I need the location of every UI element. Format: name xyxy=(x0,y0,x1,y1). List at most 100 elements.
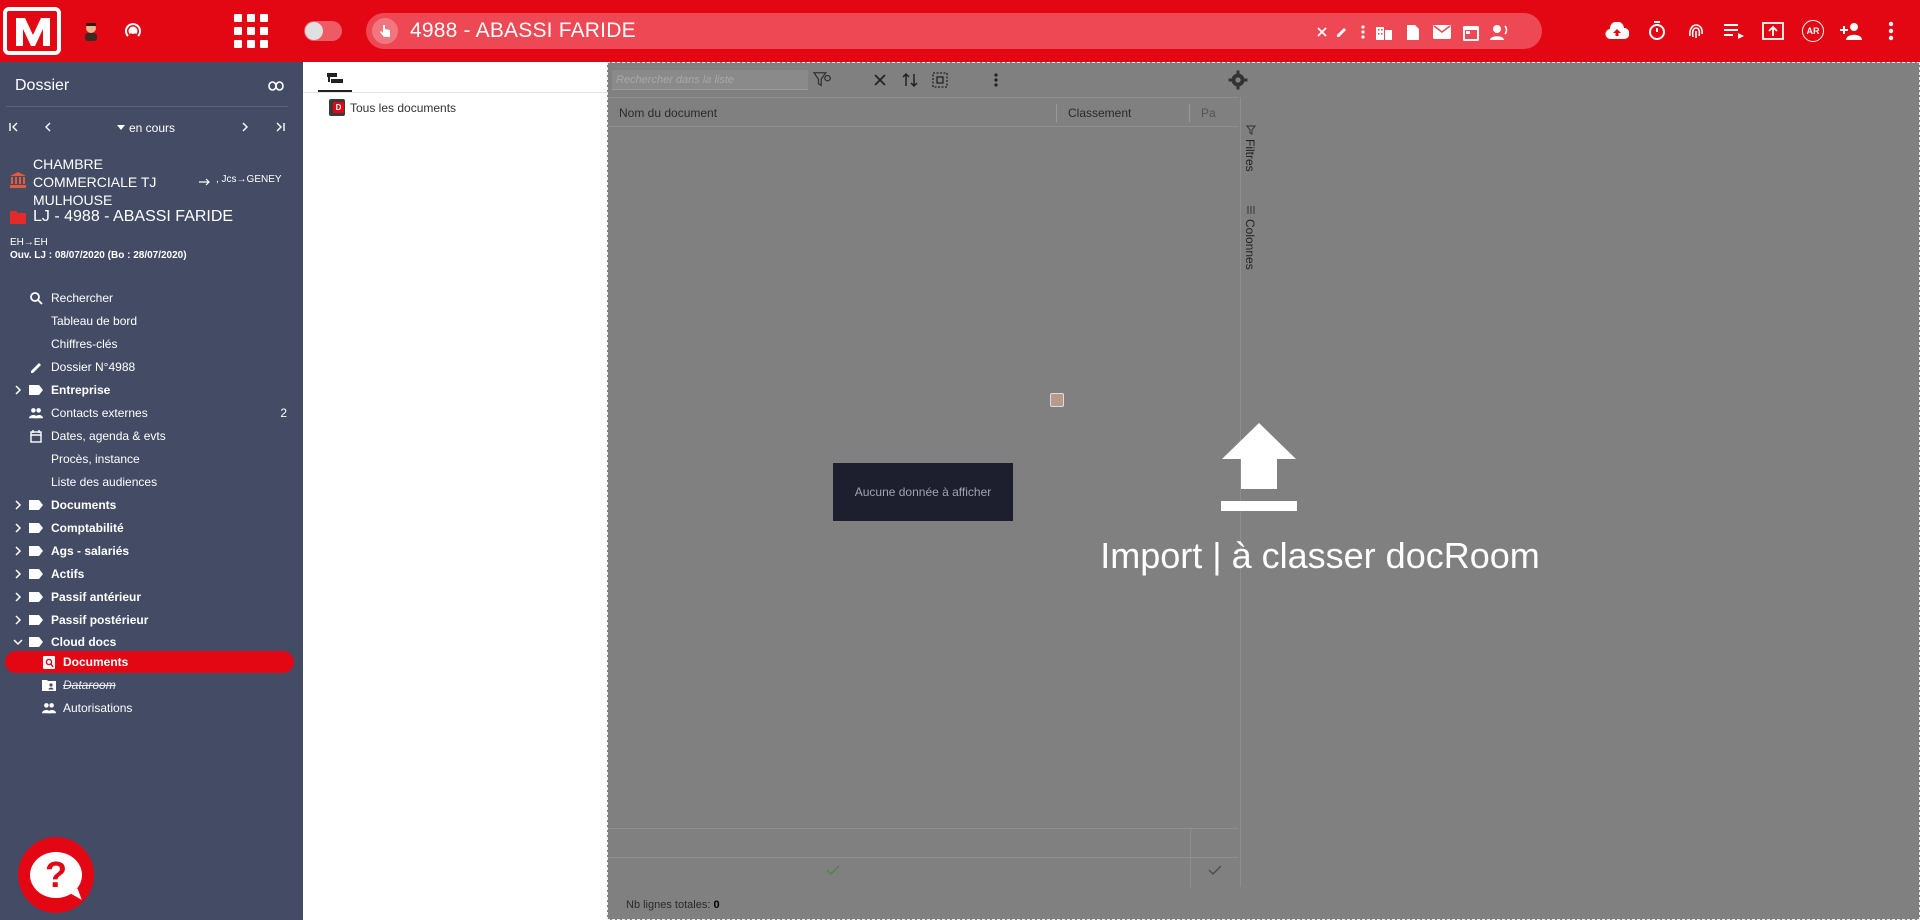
sort-icon[interactable] xyxy=(900,70,920,90)
sidebar-item-passif-posterieur[interactable]: Passif postérieur xyxy=(0,609,303,631)
sidebar-item-documents[interactable]: Documents xyxy=(0,494,303,516)
label-icon xyxy=(29,498,43,512)
close-icon[interactable] xyxy=(870,70,890,90)
help-button[interactable]: ? xyxy=(18,837,94,913)
list-toolbar xyxy=(608,63,1260,97)
court-name[interactable]: CHAMBRE COMMERCIALE TJ MULHOUSE xyxy=(33,155,183,209)
cloud-upload-icon[interactable] xyxy=(1604,18,1630,44)
label-icon xyxy=(29,590,43,604)
tree-node-label: Tous les documents xyxy=(350,100,457,115)
edit-icon[interactable] xyxy=(1332,22,1352,42)
label-icon xyxy=(29,521,43,535)
sidebar-item-comptabilite[interactable]: Comptabilité xyxy=(0,517,303,539)
sidebar-item-label: Ags - salariés xyxy=(51,544,130,558)
contacts-count: 2 xyxy=(280,406,287,420)
sidebar-item-contacts-externes[interactable]: Contacts externes 2 xyxy=(0,402,303,424)
sidebar-item-dataroom[interactable]: Dataroom xyxy=(0,674,303,696)
totals-label: Nb lignes totales: xyxy=(626,899,711,911)
link-icon[interactable] xyxy=(268,78,284,96)
sidebar-item-cloud-docs[interactable]: Cloud docs xyxy=(0,631,303,653)
sidebar-item-actifs[interactable]: Actifs xyxy=(0,563,303,585)
filter-icon[interactable] xyxy=(813,70,833,90)
col-header-name[interactable]: Nom du document xyxy=(619,106,717,120)
list-search-input[interactable] xyxy=(612,70,808,90)
sidebar-item-label: Entreprise xyxy=(51,383,111,397)
sidebar-item-entreprise[interactable]: Entreprise xyxy=(0,379,303,401)
sidebar-item-cloud-documents[interactable]: Documents xyxy=(0,651,303,673)
loading-icon xyxy=(1050,393,1064,407)
export-icon[interactable] xyxy=(1760,18,1786,44)
select-all-icon[interactable] xyxy=(930,70,950,90)
col-header-pa[interactable]: Pa xyxy=(1201,106,1216,120)
sidebar-item-ags-salaries[interactable]: Ags - salariés xyxy=(0,540,303,562)
add-user-icon[interactable] xyxy=(1839,18,1865,44)
next-page-icon[interactable] xyxy=(237,119,253,135)
calendar-icon[interactable] xyxy=(1461,22,1481,42)
tree-view-tab[interactable] xyxy=(318,68,352,92)
case-title[interactable]: LJ - 4988 - ABASSI FARIDE xyxy=(33,208,233,226)
col-header-classement[interactable]: Classement xyxy=(1068,106,1131,120)
sidebar-item-rechercher[interactable]: Rechercher xyxy=(0,287,303,309)
more-vert-icon[interactable] xyxy=(1878,18,1904,44)
gear-icon[interactable] xyxy=(1228,70,1248,95)
voice-user-icon[interactable] xyxy=(1490,22,1510,42)
funnel-icon xyxy=(1246,125,1256,135)
sidebar-item-chiffres-cles[interactable]: Chiffres-clés xyxy=(0,333,303,355)
app-logo[interactable] xyxy=(3,7,61,55)
building-icon[interactable] xyxy=(1374,22,1394,42)
file-icon[interactable] xyxy=(1403,22,1423,42)
chevron-right-icon xyxy=(12,384,24,396)
people-icon xyxy=(29,406,43,420)
sidebar-item-tableau-de-bord[interactable]: Tableau de bord xyxy=(0,310,303,332)
chevron-right-icon xyxy=(12,591,24,603)
last-page-icon[interactable] xyxy=(272,119,288,135)
case-search-title[interactable]: 4988 - ABASSI FARIDE xyxy=(410,19,636,43)
grid-header: Nom du document Classement Pa xyxy=(608,97,1238,127)
fingerprint-icon[interactable] xyxy=(1683,18,1709,44)
broadcast-icon[interactable] xyxy=(120,18,146,44)
clear-icon[interactable] xyxy=(1312,22,1332,42)
columns-icon xyxy=(1247,206,1255,214)
column-divider xyxy=(1056,104,1057,122)
sidebar-item-label: Dossier N°4988 xyxy=(51,360,136,374)
chevron-down-icon xyxy=(12,636,24,648)
dropdown-icon xyxy=(117,125,125,130)
folder-tree-panel: D Tous les documents xyxy=(303,62,607,920)
sidebar-item-dossier[interactable]: Dossier N°4988 xyxy=(0,356,303,378)
sidebar-item-dates-agenda[interactable]: Dates, agenda & evts xyxy=(0,425,303,447)
touch-icon[interactable] xyxy=(372,18,398,44)
drop-zone-label: Import | à classer docRoom xyxy=(1100,535,1540,576)
prev-page-icon[interactable] xyxy=(40,119,56,135)
timer-icon[interactable] xyxy=(1644,18,1670,44)
label-icon xyxy=(29,613,43,627)
sidebar-item-proces-instance[interactable]: Procès, instance xyxy=(0,448,303,470)
top-bar: 4988 - ABASSI FARIDE AR xyxy=(0,0,1920,62)
apps-grid-icon[interactable] xyxy=(234,14,268,48)
user-avatar-icon[interactable] xyxy=(78,18,104,44)
more-vert-icon[interactable] xyxy=(986,70,1006,90)
tree-node-all-documents[interactable]: D Tous les documents xyxy=(329,99,456,116)
more-vert-icon[interactable] xyxy=(1353,22,1373,42)
mail-icon[interactable] xyxy=(1432,22,1452,42)
judge-ref: , Jcs→GENEY xyxy=(216,174,282,185)
status-select[interactable]: en cours xyxy=(117,121,175,135)
sidebar-item-autorisations[interactable]: Autorisations xyxy=(0,697,303,719)
row-totals: Nb lignes totales: 0 xyxy=(626,899,720,911)
chevron-right-icon xyxy=(12,545,24,557)
global-search-bar[interactable]: 4988 - ABASSI FARIDE xyxy=(366,13,1542,49)
sidebar-divider xyxy=(6,106,288,107)
first-page-icon[interactable] xyxy=(6,119,22,135)
chevron-right-icon xyxy=(12,614,24,626)
document-drop-zone[interactable]: Nom du document Classement Pa Filtres Co… xyxy=(607,62,1920,920)
tab-filtres[interactable]: Filtres xyxy=(1243,139,1257,172)
help-icon: ? xyxy=(30,852,82,898)
playlist-icon[interactable] xyxy=(1721,18,1747,44)
mode-toggle[interactable] xyxy=(304,21,342,41)
sidebar-item-passif-anterieur[interactable]: Passif antérieur xyxy=(0,586,303,608)
sidebar-item-liste-audiences[interactable]: Liste des audiences xyxy=(0,471,303,493)
tab-colonnes[interactable]: Colonnes xyxy=(1243,219,1257,270)
sidebar-item-label: Passif antérieur xyxy=(51,590,142,604)
court-icon xyxy=(10,172,26,193)
user-initials[interactable]: AR xyxy=(1800,18,1826,44)
sidebar-item-label: Autorisations xyxy=(63,701,133,715)
